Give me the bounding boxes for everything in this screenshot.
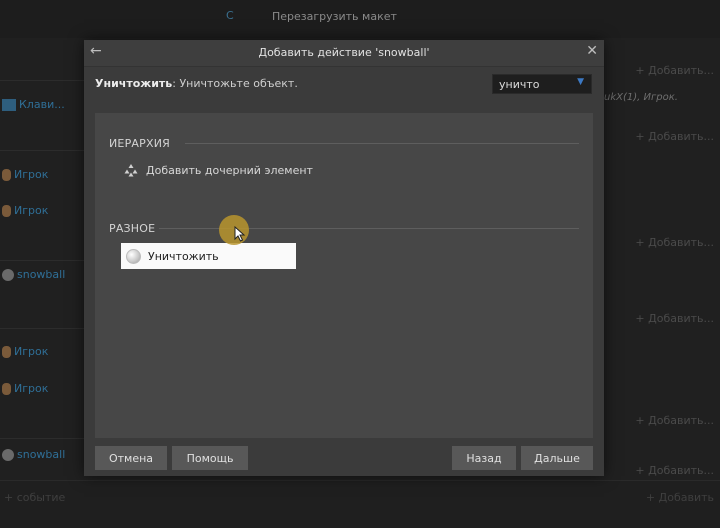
action-list-panel: ИЕРАРХИЯ Добавить дочерний элемент РАЗНО… — [95, 113, 593, 438]
object-snowball[interactable]: snowball — [2, 268, 65, 281]
add-action-link[interactable]: + Добавить... — [635, 312, 714, 325]
back-button[interactable]: Назад — [452, 446, 516, 470]
background-action-column: + Добавить... + Добавить... + Добавить..… — [604, 0, 720, 527]
object-player[interactable]: Игрок — [2, 382, 48, 395]
section-title-misc: РАЗНОЕ — [109, 222, 156, 235]
action-add-child[interactable]: Добавить дочерний элемент — [123, 163, 313, 178]
add-action-link[interactable]: + Добавить... — [635, 64, 714, 77]
player-icon — [2, 345, 11, 358]
object-player[interactable]: Игрок — [2, 345, 48, 358]
add-action-link[interactable]: + Добавить... — [635, 414, 714, 427]
search-field[interactable]: ▼ — [492, 74, 592, 94]
action-name: Уничтожить — [95, 77, 173, 90]
add-event-link[interactable]: + событие — [4, 491, 65, 504]
dialog-footer: Отмена Помощь Назад Дальше — [84, 444, 604, 476]
add-action-link[interactable]: + Добавить... — [635, 464, 714, 477]
mouse-cursor-icon — [234, 226, 246, 242]
background-bottom-bar: + событие + Добавить — [0, 480, 720, 528]
keyboard-icon — [2, 98, 16, 111]
action-add-child-label: Добавить дочерний элемент — [146, 164, 313, 177]
help-button[interactable]: Помощь — [172, 446, 248, 470]
add-action-link[interactable]: + Добавить... — [635, 236, 714, 249]
section-divider — [185, 143, 579, 144]
section-title-hierarchy: ИЕРАРХИЯ — [109, 137, 170, 150]
player-icon — [2, 204, 11, 217]
cancel-button[interactable]: Отмена — [95, 446, 167, 470]
player-icon — [2, 168, 11, 181]
snowball-icon — [2, 268, 14, 281]
dialog-titlebar: ← Добавить действие 'snowball' ✕ — [84, 40, 604, 67]
object-snowball[interactable]: snowball — [2, 448, 65, 461]
action-destroy-label: Уничтожить — [148, 249, 219, 263]
add-action-dialog: ← Добавить действие 'snowball' ✕ Уничтож… — [84, 40, 604, 476]
action-destroy[interactable]: Уничтожить — [121, 243, 296, 269]
add-link[interactable]: + Добавить — [646, 491, 714, 504]
snowball-icon — [126, 248, 141, 264]
object-player[interactable]: Игрок — [2, 168, 48, 181]
dialog-title: Добавить действие 'snowball' — [258, 46, 430, 59]
object-keyboard[interactable]: Клави... — [2, 98, 65, 111]
add-action-link[interactable]: + Добавить... — [635, 130, 714, 143]
close-icon[interactable]: ✕ — [586, 43, 598, 59]
chevron-down-icon[interactable]: ▼ — [577, 77, 584, 87]
restart-layout-button[interactable]: Перезагрузить макет — [272, 10, 397, 23]
action-description: Уничтожить: Уничтожьте объект. — [95, 77, 298, 90]
search-input[interactable] — [499, 77, 571, 91]
hierarchy-icon — [124, 164, 138, 177]
snowball-icon — [2, 448, 14, 461]
event-row — [0, 80, 84, 151]
background-object-column: Клави... Игрок Игрок snowball Игрок Игро… — [0, 80, 84, 480]
next-button[interactable]: Дальше — [521, 446, 593, 470]
background-tab[interactable]: С — [226, 9, 234, 22]
player-icon — [2, 382, 11, 395]
action-description-text: : Уничтожьте объект. — [172, 77, 298, 90]
object-player[interactable]: Игрок — [2, 204, 48, 217]
